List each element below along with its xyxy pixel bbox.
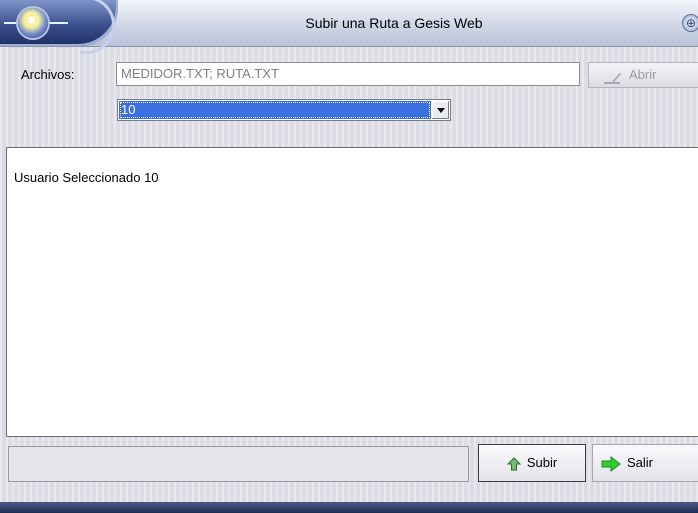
user-dropdown[interactable]: 10	[117, 99, 451, 121]
abrir-button[interactable]: Abrir	[588, 62, 698, 88]
app-orb-icon[interactable]	[18, 8, 48, 38]
dropdown-arrow-icon[interactable]	[432, 101, 449, 119]
salir-label: Salir	[627, 455, 654, 470]
orb-ring-decoration	[80, 0, 115, 54]
user-dropdown-value: 10	[119, 101, 431, 119]
subir-button[interactable]: Subir	[478, 444, 586, 482]
title-bar[interactable]: Subir una Ruta a Gesis Web ⊕	[0, 0, 698, 54]
status-field	[8, 446, 469, 482]
abrir-label: Abrir	[629, 67, 657, 82]
dialog-window: Subir una Ruta a Gesis Web ⊕ Archivos: M…	[0, 0, 698, 513]
window-expand-icon[interactable]: ⊕	[682, 14, 698, 32]
archivos-field[interactable]: MEDIDOR.TXT; RUTA.TXT	[116, 62, 580, 86]
message-area	[6, 147, 698, 437]
subir-label: Subir	[526, 455, 558, 470]
open-file-icon	[603, 69, 623, 84]
archivos-label: Archivos:	[21, 67, 75, 82]
green-right-arrow-icon	[601, 455, 621, 472]
bottom-frame-strip	[0, 502, 698, 513]
up-arrow-icon	[506, 456, 522, 471]
salir-button[interactable]: Salir	[592, 444, 698, 482]
window-menu-area[interactable]	[0, 0, 118, 54]
window-title: Subir una Ruta a Gesis Web	[305, 15, 483, 31]
message-text: Usuario Seleccionado 10	[14, 170, 159, 185]
